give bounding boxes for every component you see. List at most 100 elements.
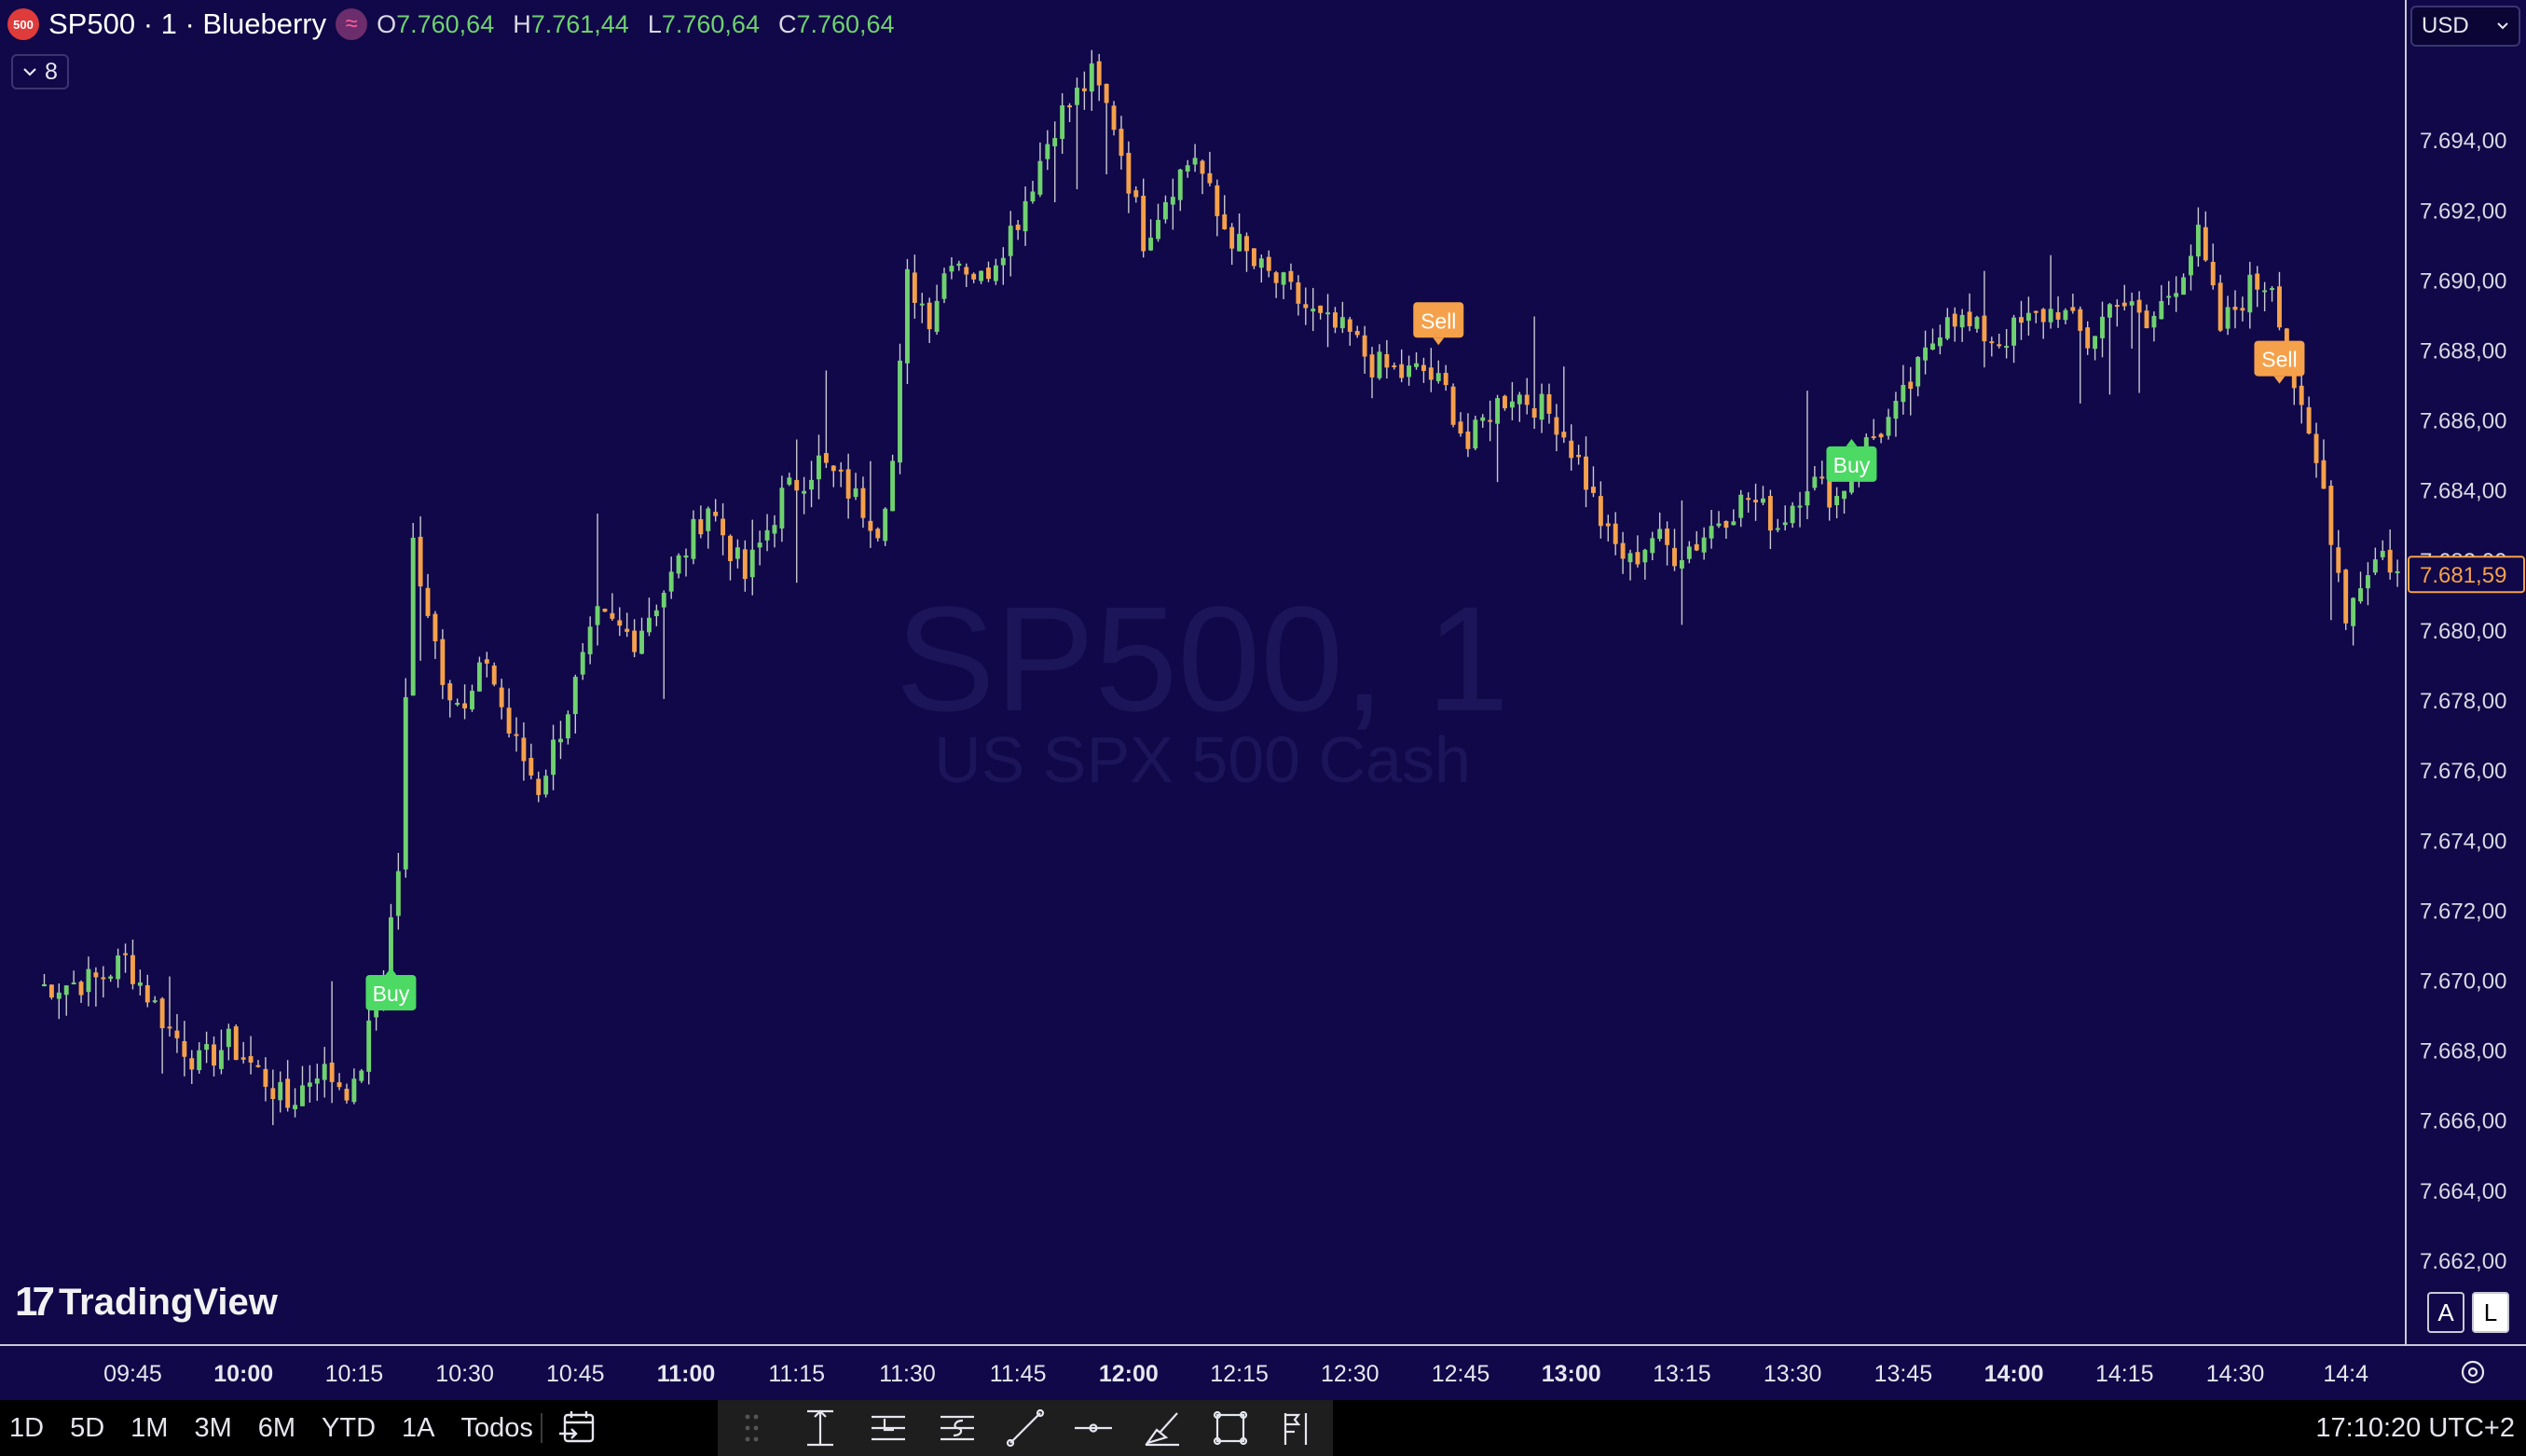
range-button-5d[interactable]: 5D <box>70 1413 104 1444</box>
candle <box>1790 501 1795 529</box>
currency-select[interactable]: USD <box>2410 6 2520 47</box>
range-button-1m[interactable]: 1M <box>130 1413 168 1444</box>
price-axis[interactable]: 7.694,00 7.692,00 7.690,00 7.688,00 7.686,00… <box>2405 0 2526 1344</box>
rectangle-icon[interactable] <box>1207 1405 1254 1451</box>
drag-handle-icon[interactable] <box>729 1405 776 1451</box>
chart-area[interactable]: SP500, 1 US SPX 500 Cash Buy Sell Buy Sell … <box>0 0 2405 1344</box>
range-button-todos[interactable]: Todos <box>461 1413 533 1444</box>
candle-body <box>1782 522 1788 526</box>
range-button-1a[interactable]: 1A <box>402 1413 434 1444</box>
log-scale-button[interactable]: L <box>2472 1292 2509 1333</box>
candle-body <box>1207 172 1213 184</box>
candle-body <box>300 1085 305 1106</box>
candle <box>1967 293 1972 332</box>
symbol-logo[interactable]: 500 <box>7 8 39 40</box>
trend-line-icon[interactable] <box>1002 1405 1049 1451</box>
candle-body <box>1200 160 1205 174</box>
candle <box>1162 195 1168 224</box>
indicators-collapse-button[interactable]: 8 <box>11 54 69 89</box>
candle <box>1731 509 1737 526</box>
chart-title[interactable]: SP500 · 1 · Blueberry <box>48 7 326 41</box>
candle <box>1569 424 1574 471</box>
candle-body <box>632 630 638 652</box>
candle-body <box>1509 401 1515 408</box>
candle <box>1251 248 1256 269</box>
candle <box>536 771 542 803</box>
range-button-1d[interactable]: 1D <box>9 1413 44 1444</box>
candle-body <box>1273 272 1279 283</box>
candle <box>1753 483 1759 521</box>
candle-body <box>757 543 762 548</box>
brush-icon[interactable] <box>1139 1405 1186 1451</box>
signal-buy[interactable]: Buy <box>365 967 417 1010</box>
candle-body <box>56 992 62 999</box>
candle-body <box>683 555 689 558</box>
candle-body <box>93 972 99 978</box>
signal-buy[interactable]: Buy <box>1826 438 1877 482</box>
settings-icon[interactable] <box>2457 1356 2489 1388</box>
tradingview-logo[interactable]: 17 TradingView <box>15 1279 278 1326</box>
range-button-ytd[interactable]: YTD <box>322 1413 376 1444</box>
currency-value: USD <box>2422 13 2469 38</box>
candle <box>1944 308 1950 341</box>
candle <box>278 1071 283 1113</box>
time-axis[interactable]: 09:45 10:00 10:15 10:30 10:45 11:00 11:15 11:30… <box>0 1344 2526 1400</box>
horizontal-ray-icon[interactable] <box>1070 1405 1117 1451</box>
candle-body <box>706 508 711 531</box>
short-position-icon[interactable] <box>934 1405 981 1451</box>
candle-body <box>2085 327 2091 349</box>
candle <box>558 721 563 760</box>
candle <box>1746 492 1751 513</box>
candle <box>322 1047 327 1098</box>
candle-body <box>1842 490 1846 500</box>
candle-body <box>336 1082 342 1088</box>
candle <box>883 507 888 546</box>
candle-body <box>1325 312 1330 315</box>
candle <box>1982 270 1987 368</box>
calendar-range-icon[interactable] <box>557 1409 600 1447</box>
candle-body <box>676 555 681 574</box>
candle-body <box>440 639 446 685</box>
candle <box>1930 328 1935 350</box>
candle <box>1266 250 1271 278</box>
candlestick-chart[interactable]: Buy Sell Buy Sell <box>0 0 2405 1344</box>
candle <box>255 1060 261 1068</box>
signal-sell[interactable]: Sell <box>2254 340 2305 384</box>
wave-icon[interactable]: ≈ <box>336 8 368 40</box>
candle-body <box>1008 226 1013 256</box>
range-button-6m[interactable]: 6M <box>258 1413 295 1444</box>
candle <box>78 980 84 1003</box>
auto-scale-button[interactable]: A <box>2427 1292 2464 1333</box>
candle-body <box>1347 319 1352 332</box>
candle-body <box>1156 219 1160 240</box>
clock[interactable]: 17:10:20 UTC+2 <box>2315 1400 2515 1456</box>
candle-body <box>1584 456 1588 490</box>
price-scale[interactable]: 7.694,00 7.692,00 7.690,00 7.688,00 7.686,00… <box>2405 0 2526 1344</box>
candle <box>1878 433 1884 444</box>
time-tick-label: 10:45 <box>546 1361 605 1387</box>
long-position-icon[interactable] <box>865 1405 912 1451</box>
candle <box>410 522 416 696</box>
candle-body <box>2121 302 2127 307</box>
candle <box>2299 367 2304 424</box>
candle <box>2321 439 2327 489</box>
candle <box>2166 281 2172 306</box>
candle-body <box>1281 272 1286 285</box>
fib-icon[interactable] <box>1275 1405 1322 1451</box>
candle-body <box>845 469 851 499</box>
candle <box>366 1010 372 1085</box>
candle-body <box>1908 381 1914 390</box>
candle <box>787 473 792 487</box>
range-button-3m[interactable]: 3M <box>194 1413 231 1444</box>
candle-body <box>691 518 696 559</box>
candle-body <box>1045 144 1050 159</box>
vertical-measure-icon[interactable] <box>797 1405 844 1451</box>
signal-sell[interactable]: Sell <box>1413 302 1464 346</box>
signal-text: Sell <box>2261 348 2297 372</box>
candle-body <box>159 998 165 1029</box>
time-axis-labels[interactable]: 09:45 10:00 10:15 10:30 10:45 11:00 11:15 11:30… <box>0 1346 2526 1400</box>
candle-body <box>529 758 534 776</box>
candle-body <box>1141 196 1146 252</box>
candle-body <box>764 529 770 541</box>
candle-body <box>1421 364 1426 371</box>
